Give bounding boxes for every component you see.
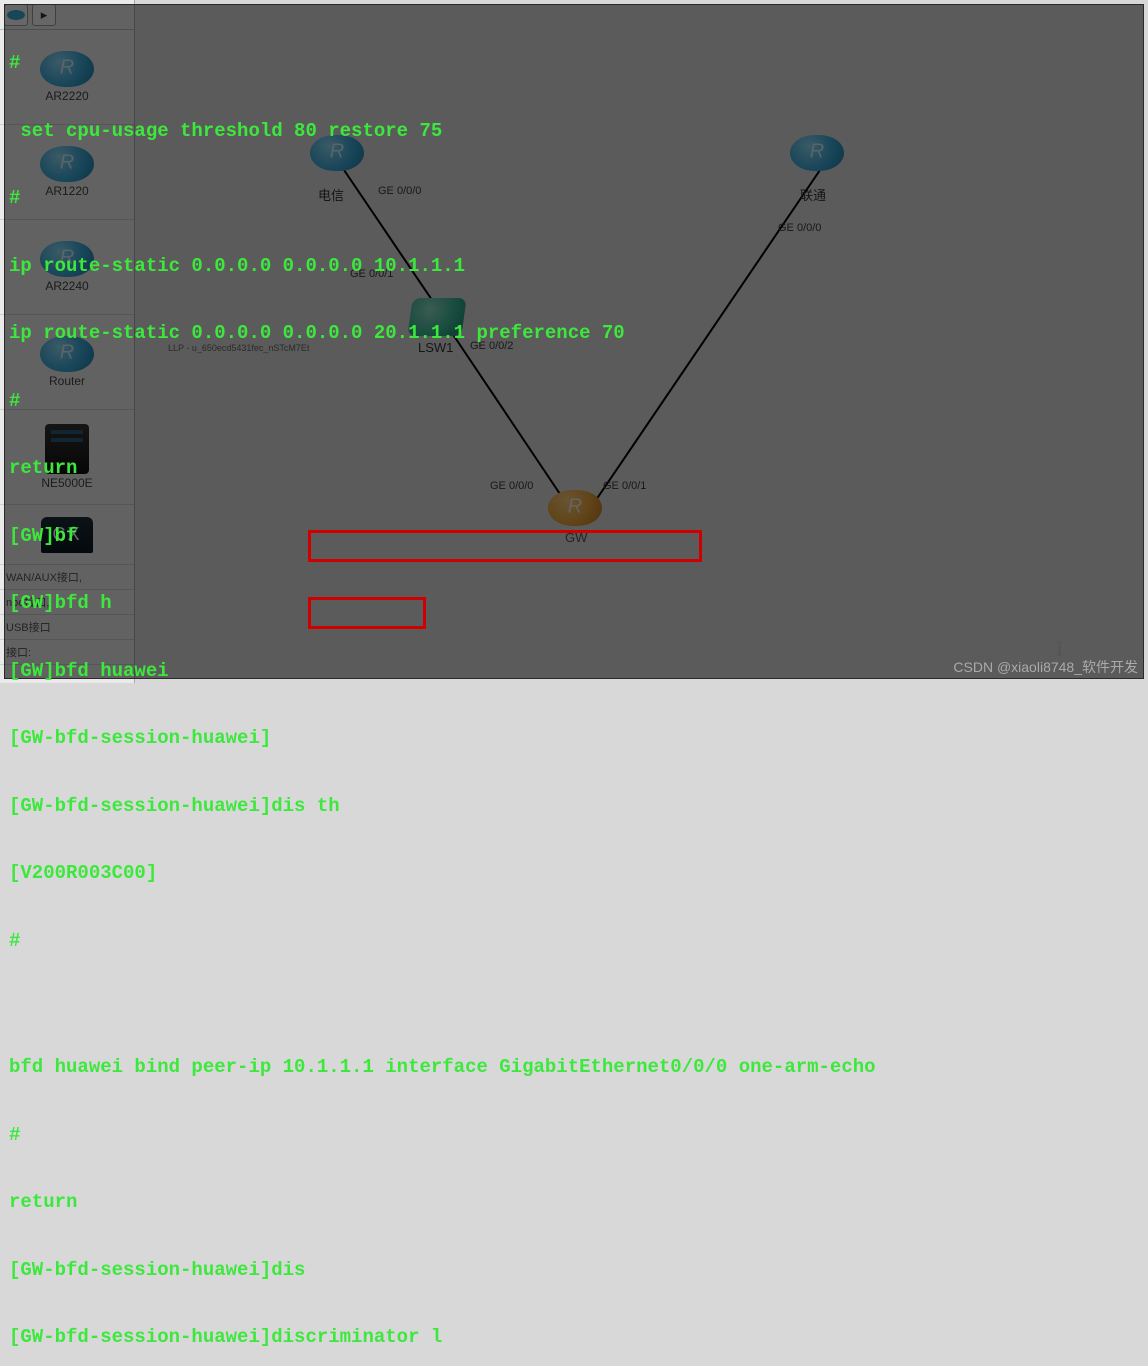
term-line: # [9, 52, 1139, 75]
term-line: [GW-bfd-session-huawei] [9, 727, 1139, 750]
term-line: [GW-bfd-session-huawei]discriminator l [9, 1326, 1139, 1349]
term-line: # [9, 1124, 1139, 1147]
term-line: [GW]bfd h [9, 592, 1139, 615]
text-cursor-icon: I [1056, 636, 1063, 662]
cli-terminal[interactable]: # set cpu-usage threshold 80 restore 75 … [4, 4, 1144, 679]
term-line: return [9, 457, 1139, 480]
term-line: [V200R003C00] [9, 862, 1139, 885]
term-line: [GW-bfd-session-huawei]dis th [9, 795, 1139, 818]
term-line: return [9, 1191, 1139, 1214]
csdn-watermark: CSDN @xiaoli8748_软件开发 [953, 657, 1138, 677]
term-line: set cpu-usage threshold 80 restore 75 [9, 120, 1139, 143]
term-line: bfd huawei bind peer-ip 10.1.1.1 interfa… [9, 1056, 1139, 1079]
term-line: [GW-bfd-session-huawei]dis [9, 1259, 1139, 1282]
term-line: ip route-static 0.0.0.0 0.0.0.0 10.1.1.1 [9, 255, 1139, 278]
term-line: # [9, 187, 1139, 210]
term-line: ip route-static 0.0.0.0 0.0.0.0 20.1.1.1… [9, 322, 1139, 345]
highlight-discriminator [308, 530, 702, 562]
llp-tiny [9, 997, 1139, 1011]
term-line: # [9, 930, 1139, 953]
highlight-commit [308, 597, 426, 629]
term-line: # [9, 390, 1139, 413]
